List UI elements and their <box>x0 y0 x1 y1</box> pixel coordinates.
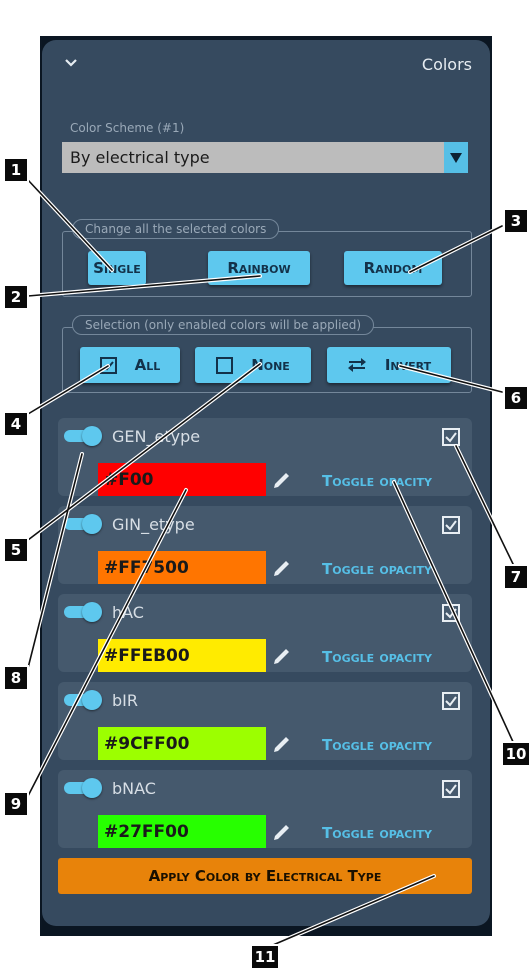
callout-5: 5 <box>3 537 29 563</box>
callout-2: 2 <box>3 284 29 310</box>
callout-3: 3 <box>503 208 529 234</box>
callout-11: 11 <box>250 944 280 970</box>
callout-7: 7 <box>503 564 529 590</box>
callout-4: 4 <box>3 411 29 437</box>
callout-10: 10 <box>501 741 531 767</box>
callout-6: 6 <box>503 385 529 411</box>
callout-8: 8 <box>3 665 29 691</box>
callout-9: 9 <box>3 791 29 817</box>
callout-1: 1 <box>3 157 29 183</box>
callout-lines <box>26 178 516 950</box>
